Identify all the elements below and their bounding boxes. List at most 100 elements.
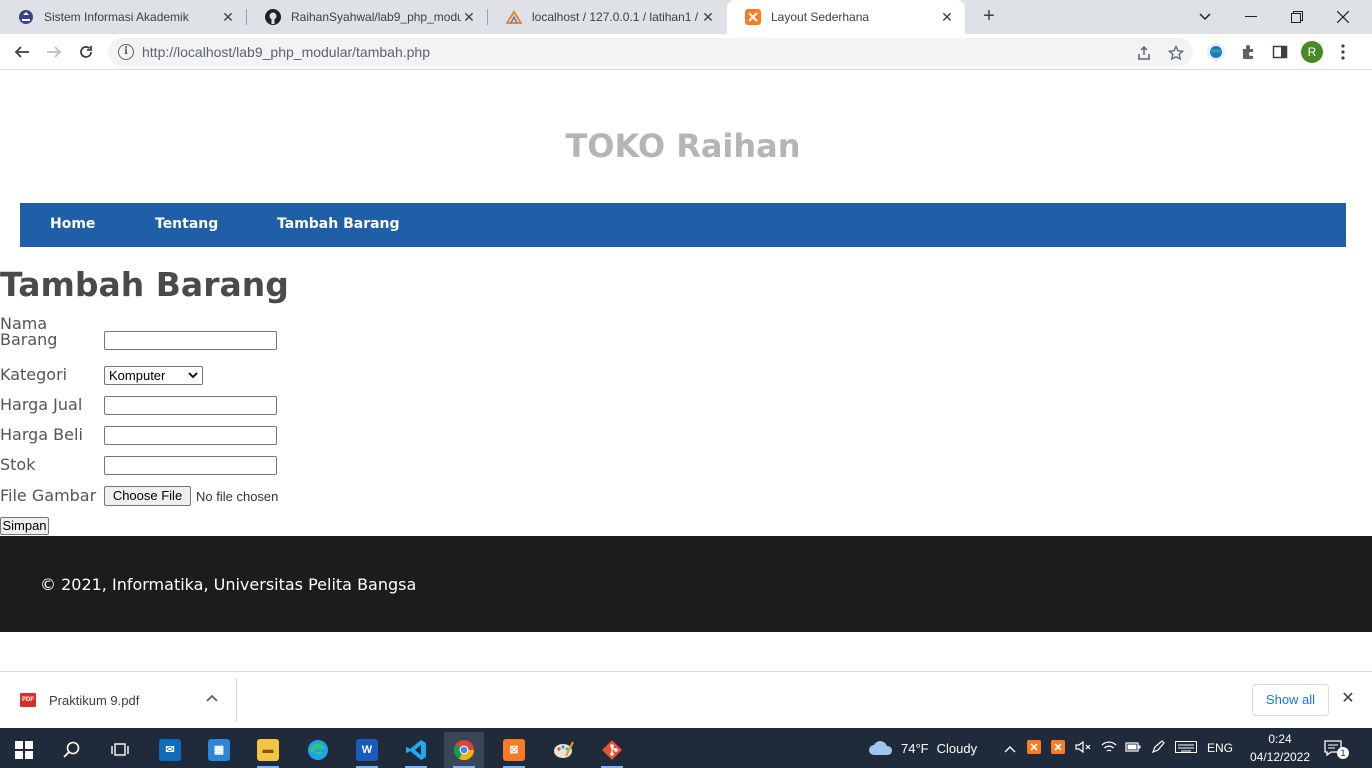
reload-button[interactable] <box>74 40 98 64</box>
weather-temp: 74°F <box>901 740 929 756</box>
battery-icon[interactable] <box>1125 741 1141 756</box>
taskbar-word[interactable]: W <box>347 732 387 768</box>
show-all-button[interactable]: Show all <box>1252 684 1329 716</box>
back-button[interactable] <box>10 40 34 64</box>
close-window-button[interactable] <box>1320 0 1366 34</box>
taskbar-file-explorer[interactable]: ▬ <box>248 732 288 768</box>
tab-phpmyadmin[interactable]: localhost / 127.0.0.1 / latihan1 / d ✕ <box>488 0 726 34</box>
tab-layout-sederhana[interactable]: Layout Sederhana ✕ <box>727 0 965 34</box>
tray-icons: ENG <box>1003 728 1233 768</box>
paint-icon <box>554 741 574 758</box>
system-clock[interactable]: 0:24 04/12/2022 <box>1246 730 1314 766</box>
cloud-icon <box>869 741 893 755</box>
info-icon[interactable]: i <box>118 44 134 60</box>
file-gambar-label: File Gambar <box>0 486 97 505</box>
stok-input[interactable] <box>104 456 277 475</box>
share-icon[interactable] <box>1135 44 1153 62</box>
download-item-name[interactable]: Praktikum 9.pdf <box>49 693 139 708</box>
clock-date: 04/12/2022 <box>1249 750 1311 764</box>
web-page: TOKO Raihan Home Tentang Tambah Barang T… <box>0 71 1372 671</box>
weather-widget[interactable]: 74°F Cloudy <box>868 728 977 768</box>
windows-logo-icon <box>15 741 33 759</box>
pen-icon[interactable] <box>1151 739 1165 757</box>
xampp-tray-icon[interactable] <box>1027 739 1041 757</box>
pdf-icon: PDF <box>20 693 36 707</box>
tab-label: Layout Sederhana <box>771 10 870 24</box>
kategori-label: Kategori <box>0 365 68 384</box>
new-tab-button[interactable]: + <box>977 5 1001 29</box>
harga-jual-input[interactable] <box>104 396 277 415</box>
extensions-puzzle-icon[interactable] <box>1238 42 1258 62</box>
extension-globe-icon[interactable] <box>1206 42 1226 62</box>
taskbar-paint[interactable] <box>543 732 583 768</box>
close-icon[interactable]: ✕ <box>700 9 716 25</box>
chevron-up-icon[interactable] <box>204 691 220 707</box>
edge-icon <box>308 740 328 760</box>
site-navigation: Home Tentang Tambah Barang <box>20 203 1346 247</box>
tab-sistem-informasi[interactable]: Sistem Informasi Akademik ✕ <box>0 0 246 34</box>
taskbar-edge[interactable] <box>298 732 338 768</box>
phpmyadmin-icon <box>505 9 523 25</box>
start-button[interactable] <box>4 732 44 768</box>
xampp-icon: ⊠ <box>503 739 525 761</box>
store-icon: ▦ <box>208 739 230 761</box>
kebab-menu-icon[interactable] <box>1333 42 1353 62</box>
xampp-tray-icon-2[interactable] <box>1051 739 1065 757</box>
keyboard-icon[interactable] <box>1175 740 1197 756</box>
taskbar-vscode[interactable] <box>396 732 436 768</box>
taskbar-mail[interactable]: ✉ <box>150 732 190 768</box>
taskbar-xampp[interactable]: ⊠ <box>494 732 534 768</box>
address-bar[interactable]: i http://localhost/lab9_php_modular/tamb… <box>108 38 1193 66</box>
choose-file-button[interactable]: Choose File <box>104 486 191 506</box>
language-indicator[interactable]: ENG <box>1207 741 1233 755</box>
taskbar-store[interactable]: ▦ <box>199 732 239 768</box>
restore-icon <box>1291 11 1303 23</box>
page-heading: Tambah Barang <box>0 265 289 304</box>
mail-icon: ✉ <box>159 739 181 761</box>
bookmark-star-icon[interactable] <box>1167 44 1185 62</box>
taskbar-chrome[interactable] <box>444 732 484 768</box>
minimize-button[interactable] <box>1228 0 1274 34</box>
download-divider <box>236 678 237 722</box>
close-icon[interactable]: ✕ <box>220 9 236 25</box>
tab-github[interactable]: RaihanSyahwal/lab9_php_modular ✕ <box>247 0 487 34</box>
task-view-button[interactable] <box>100 732 140 768</box>
speaker-muted-icon[interactable] <box>1075 740 1091 757</box>
nama-barang-label: Nama Barang <box>0 316 57 348</box>
site-footer: © 2021, Informatika, Universitas Pelita … <box>0 536 1372 632</box>
clock-time: 0:24 <box>1268 732 1292 746</box>
notification-count-badge: 1 <box>1337 747 1349 759</box>
url-text[interactable]: http://localhost/lab9_php_modular/tambah… <box>142 44 430 60</box>
reload-icon <box>80 46 92 58</box>
search-icon <box>63 741 80 758</box>
forward-button[interactable] <box>42 40 66 64</box>
notification-center-button[interactable]: 1 <box>1323 728 1349 768</box>
tab-label: RaihanSyahwal/lab9_php_modular <box>291 10 461 24</box>
profile-avatar[interactable]: R <box>1301 41 1323 63</box>
search-button[interactable] <box>52 732 92 768</box>
restore-button[interactable] <box>1274 0 1320 34</box>
nama-barang-input[interactable] <box>104 331 277 350</box>
university-icon <box>18 9 34 25</box>
close-icon[interactable]: ✕ <box>939 9 955 25</box>
arrow-right-icon <box>47 46 62 58</box>
taskbar-git[interactable] <box>592 732 632 768</box>
nav-link-tentang[interactable]: Tentang <box>155 216 218 232</box>
github-icon <box>265 9 281 25</box>
kategori-selected-value: Komputer <box>109 368 166 383</box>
kategori-select[interactable]: Komputer <box>104 366 203 385</box>
close-icon[interactable]: ✕ <box>461 9 477 25</box>
side-panel-icon[interactable] <box>1270 42 1290 62</box>
tab-label: Sistem Informasi Akademik <box>44 10 189 24</box>
harga-beli-label: Harga Beli <box>0 425 83 444</box>
close-icon[interactable]: ✕ <box>1339 690 1357 708</box>
tab-label: localhost / 127.0.0.1 / latihan1 / d <box>532 10 700 24</box>
simpan-button[interactable]: Simpan <box>0 517 49 535</box>
nav-link-home[interactable]: Home <box>50 216 95 232</box>
wifi-icon[interactable] <box>1101 740 1117 757</box>
nav-link-tambah-barang[interactable]: Tambah Barang <box>277 216 400 232</box>
windows-taskbar: ✉ ▦ ▬ W ⊠ 74°F Cloudy ENG 0:24 04/12/202… <box>0 728 1372 768</box>
tab-search-button[interactable] <box>1182 0 1228 34</box>
harga-beli-input[interactable] <box>104 426 277 445</box>
chevron-up-icon[interactable] <box>1003 741 1017 756</box>
